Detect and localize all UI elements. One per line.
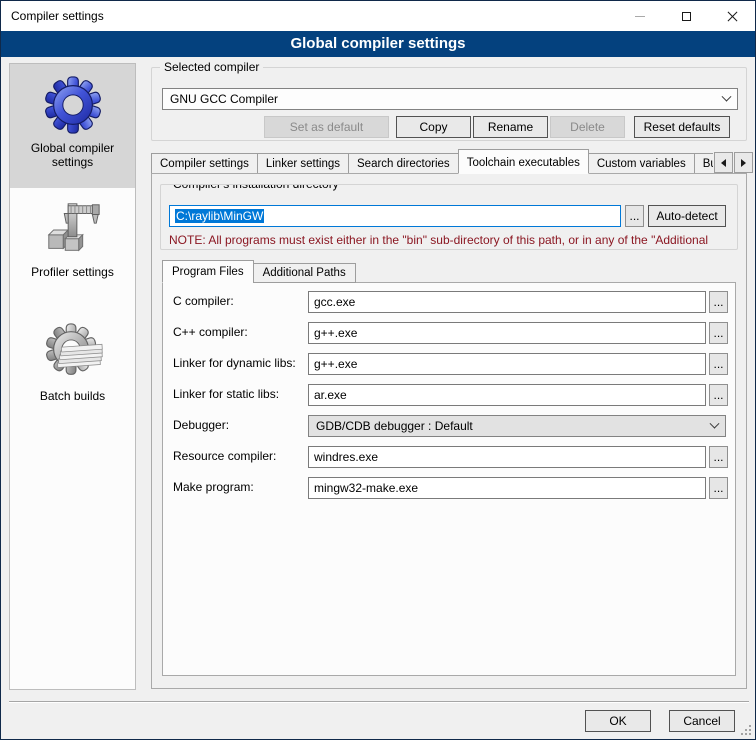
field-row-c-compiler: C compiler: gcc.exe... xyxy=(163,291,735,313)
linker-for-dynamic-libs-browse-button[interactable]: ... xyxy=(709,353,728,375)
field-row-linker-for-static-libs: Linker for static libs: ar.exe... xyxy=(163,384,735,406)
subtab-program-files[interactable]: Program Files xyxy=(162,260,254,283)
arrow-right-icon xyxy=(741,159,746,167)
linker-for-static-libs-input[interactable]: ar.exe xyxy=(308,384,706,406)
maximize-icon xyxy=(682,12,691,21)
sidebar-item-label: Batch builds xyxy=(10,389,135,403)
compiler-tabs: Compiler settingsLinker settingsSearch d… xyxy=(151,149,713,174)
delete-button: Delete xyxy=(550,116,625,138)
selected-compiler-dropdown[interactable]: GNU GCC Compiler xyxy=(162,88,738,110)
close-button[interactable] xyxy=(709,1,755,31)
sidebar-item-label: Global compiler settings xyxy=(10,141,135,169)
install-dir-note: NOTE: All programs must exist either in … xyxy=(169,233,735,247)
make-program-label: Make program: xyxy=(173,480,254,494)
selected-compiler-group: Selected compiler GNU GCC Compiler Set a… xyxy=(151,67,747,141)
program-files-tabs: Program FilesAdditional Paths xyxy=(162,260,355,283)
tab-custom-variables[interactable]: Custom variables xyxy=(588,153,695,174)
maximize-button[interactable] xyxy=(663,1,709,31)
linker-for-static-libs-label: Linker for static libs: xyxy=(173,387,279,401)
c-compiler-label: C++ compiler: xyxy=(173,325,248,339)
ok-button[interactable]: OK xyxy=(585,710,651,732)
sidebar-item-label: Profiler settings xyxy=(10,265,135,279)
install-dir-value: C:\raylib\MinGW xyxy=(175,209,264,223)
c-compiler-label: C compiler: xyxy=(173,294,234,308)
install-dir-group: Compiler's installation directory C:\ray… xyxy=(160,184,738,250)
rename-button[interactable]: Rename xyxy=(473,116,548,138)
cancel-button[interactable]: Cancel xyxy=(669,710,735,732)
toolchain-executables-page: Compiler's installation directory C:\ray… xyxy=(151,173,747,689)
tab-compiler-settings[interactable]: Compiler settings xyxy=(151,153,258,174)
selected-compiler-group-label: Selected compiler xyxy=(160,60,263,74)
linker-for-dynamic-libs-label: Linker for dynamic libs: xyxy=(173,356,296,370)
title-bar: Compiler settings xyxy=(1,1,755,31)
make-program-browse-button[interactable]: ... xyxy=(709,477,728,499)
install-dir-input[interactable]: C:\raylib\MinGW xyxy=(169,205,621,227)
linker-for-static-libs-browse-button[interactable]: ... xyxy=(709,384,728,406)
tab-scroll-left-button[interactable] xyxy=(714,152,733,173)
resource-compiler-browse-button[interactable]: ... xyxy=(709,446,728,468)
program-files-panel: C compiler: gcc.exe... C++ compiler: g++.ex… xyxy=(162,282,736,676)
install-dir-browse-button[interactable]: ... xyxy=(625,205,644,227)
tab-toolchain-executables[interactable]: Toolchain executables xyxy=(458,149,589,174)
close-icon xyxy=(727,11,738,22)
batch-builds-gear-icon xyxy=(42,322,104,384)
resource-compiler-input[interactable]: windres.exe xyxy=(308,446,706,468)
reset-defaults-button[interactable]: Reset defaults xyxy=(634,116,730,138)
field-row-make-program: Make program: mingw32-make.exe... xyxy=(163,477,735,499)
field-row-debugger: Debugger: GDB/CDB debugger : Default xyxy=(163,415,735,437)
tab-linker-settings[interactable]: Linker settings xyxy=(257,153,349,174)
linker-for-dynamic-libs-input[interactable]: g++.exe xyxy=(308,353,706,375)
make-program-input[interactable]: mingw32-make.exe xyxy=(308,477,706,499)
chevron-down-icon xyxy=(710,418,720,428)
debugger-value: GDB/CDB debugger : Default xyxy=(316,419,473,433)
minimize-icon xyxy=(635,16,645,17)
profiler-caliper-icon xyxy=(42,198,104,260)
sidebar-item-global-compiler-settings[interactable]: Global compiler settings xyxy=(10,64,135,188)
compiler-settings-dialog: Compiler settings Global compiler settin… xyxy=(0,0,756,740)
field-row-resource-compiler: Resource compiler: windres.exe... xyxy=(163,446,735,468)
c-compiler-input[interactable]: g++.exe xyxy=(308,322,706,344)
page-title: Global compiler settings xyxy=(1,31,755,57)
c-compiler-input[interactable]: gcc.exe xyxy=(308,291,706,313)
debugger-select[interactable]: GDB/CDB debugger : Default xyxy=(308,415,726,437)
set-as-default-button: Set as default xyxy=(264,116,389,138)
tab-build[interactable]: Build xyxy=(694,153,713,174)
resize-grip-icon[interactable] xyxy=(740,724,751,735)
c-compiler-browse-button[interactable]: ... xyxy=(709,291,728,313)
copy-button[interactable]: Copy xyxy=(396,116,471,138)
tab-search-directories[interactable]: Search directories xyxy=(348,153,459,174)
selected-compiler-value: GNU GCC Compiler xyxy=(170,92,278,106)
resource-compiler-label: Resource compiler: xyxy=(173,449,276,463)
global-compiler-gear-icon xyxy=(42,74,104,136)
auto-detect-button[interactable]: Auto-detect xyxy=(648,205,726,227)
chevron-down-icon xyxy=(722,91,732,101)
c-compiler-browse-button[interactable]: ... xyxy=(709,322,728,344)
tab-scroll-arrows xyxy=(713,152,753,173)
minimize-button[interactable] xyxy=(617,1,663,31)
tab-scroll-right-button[interactable] xyxy=(734,152,753,173)
field-row-c-compiler: C++ compiler: g++.exe... xyxy=(163,322,735,344)
sidebar-item-batch-builds[interactable]: Batch builds xyxy=(10,312,135,436)
sidebar-item-profiler-settings[interactable]: Profiler settings xyxy=(10,188,135,312)
install-dir-group-label: Compiler's installation directory xyxy=(169,184,343,191)
debugger-label: Debugger: xyxy=(173,418,229,432)
subtab-additional-paths[interactable]: Additional Paths xyxy=(253,263,356,283)
field-row-linker-for-dynamic-libs: Linker for dynamic libs: g++.exe... xyxy=(163,353,735,375)
window-title: Compiler settings xyxy=(1,9,617,23)
arrow-left-icon xyxy=(721,159,726,167)
settings-sidebar: Global compiler settings xyxy=(9,63,136,690)
footer-divider xyxy=(9,701,749,703)
